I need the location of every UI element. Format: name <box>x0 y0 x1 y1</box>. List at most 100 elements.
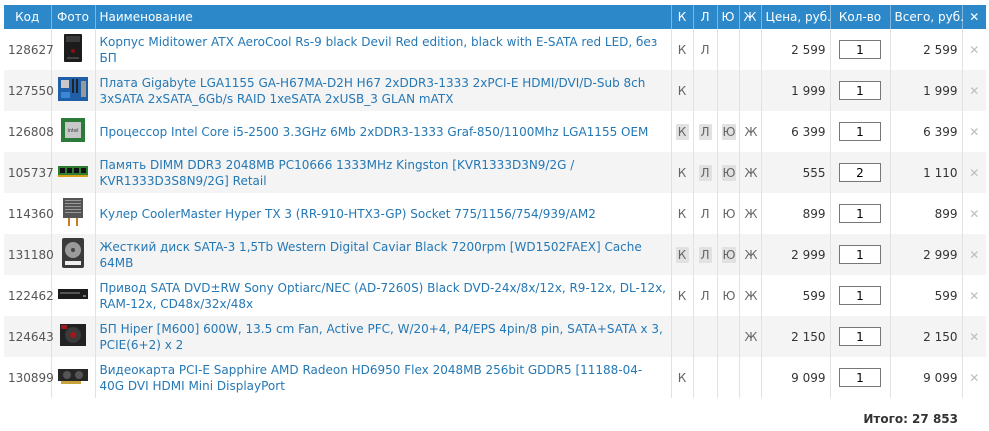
item-name-link[interactable]: Кулер CoolerMaster Hyper TX 3 (RR-910-HT… <box>100 207 596 221</box>
quantity-input[interactable] <box>839 204 881 223</box>
case-icon <box>62 33 84 66</box>
remove-item-icon[interactable]: ✕ <box>962 193 986 234</box>
flag-yu: Ю <box>717 193 740 234</box>
table-row: 105737 Память DIMM DDR3 2048MB PC10666 1… <box>4 152 986 193</box>
table-row: 122462 Привод SATA DVD±RW Sony Optiarc/N… <box>4 275 986 316</box>
item-photo[interactable] <box>51 275 96 316</box>
remove-item-icon[interactable]: ✕ <box>962 234 986 275</box>
table-row: 128627 Корпус Miditower ATX AeroCool Rs-… <box>4 29 986 70</box>
remove-item-icon[interactable]: ✕ <box>962 29 986 70</box>
flag-zh: Ж <box>739 234 762 275</box>
item-name-link[interactable]: Привод SATA DVD±RW Sony Optiarc/NEC (AD-… <box>100 281 667 311</box>
item-code: 114360 <box>4 193 54 234</box>
quantity-input[interactable] <box>839 286 881 305</box>
item-name-link[interactable]: Плата Gigabyte LGA1155 GA-H67MA-D2H H67 … <box>100 76 646 106</box>
quantity-input[interactable] <box>839 81 881 100</box>
header-code[interactable]: Код <box>4 5 52 29</box>
header-photo: Фото <box>51 5 96 29</box>
flag-zh: Ж <box>739 316 762 357</box>
item-code: 126808 <box>4 111 54 152</box>
flag-l: Л <box>693 152 718 193</box>
item-total: 2 599 <box>890 29 963 70</box>
item-name-link[interactable]: Жесткий диск SATA-3 1,5Tb Western Digita… <box>100 240 642 270</box>
item-photo[interactable] <box>51 234 96 275</box>
item-photo[interactable]: intel <box>51 111 96 152</box>
item-total: 9 099 <box>890 357 963 398</box>
dvd-icon <box>57 287 89 304</box>
psu-icon <box>58 322 88 351</box>
flag-k: К <box>671 111 694 152</box>
item-photo[interactable] <box>51 70 96 111</box>
flag-k: К <box>671 193 694 234</box>
item-price: 555 <box>761 152 831 193</box>
quantity-input[interactable] <box>839 40 881 59</box>
header-price[interactable]: Цена, руб. <box>761 5 831 29</box>
clear-cart-icon[interactable]: ✕ <box>962 5 986 29</box>
remove-item-icon[interactable]: ✕ <box>962 357 986 398</box>
flag-k: К <box>671 70 694 111</box>
item-name-link[interactable]: Процессор Intel Core i5-2500 3.3GHz 6Mb … <box>100 125 649 139</box>
item-photo[interactable] <box>51 193 96 234</box>
cooler-icon <box>60 196 86 231</box>
header-name[interactable]: Наименование <box>95 5 672 29</box>
flag-zh: Ж <box>739 193 762 234</box>
item-code: 128627 <box>4 29 54 70</box>
cpu-icon: intel <box>59 116 87 147</box>
hdd-icon <box>60 237 86 272</box>
item-code: 105737 <box>4 152 54 193</box>
cart-total: Итого: 27 853 <box>863 412 958 426</box>
flag-zh <box>739 70 762 111</box>
item-total: 1 110 <box>890 152 963 193</box>
remove-item-icon[interactable]: ✕ <box>962 70 986 111</box>
item-name-link[interactable]: Память DIMM DDR3 2048MB PC10666 1333MHz … <box>100 158 575 188</box>
item-photo[interactable] <box>51 152 96 193</box>
remove-item-icon[interactable]: ✕ <box>962 152 986 193</box>
item-total: 599 <box>890 275 963 316</box>
item-total: 899 <box>890 193 963 234</box>
flag-k: К <box>671 275 694 316</box>
quantity-input[interactable] <box>839 245 881 264</box>
flag-yu <box>717 357 740 398</box>
table-row: 127550 Плата Gigabyte LGA1155 GA-H67MA-D… <box>4 70 986 111</box>
item-photo[interactable] <box>51 316 96 357</box>
item-price: 2 999 <box>761 234 831 275</box>
table-row: 114360 Кулер CoolerMaster Hyper TX 3 (RR… <box>4 193 986 234</box>
cart-page: Код Фото Наименование К Л Ю Ж Цена, руб.… <box>0 0 989 431</box>
quantity-input[interactable] <box>839 163 881 182</box>
header-zh: Ж <box>739 5 762 29</box>
item-name-link[interactable]: Корпус Miditower ATX AeroCool Rs-9 black… <box>100 35 658 65</box>
flag-yu: Ю <box>717 275 740 316</box>
flag-l <box>693 357 718 398</box>
flag-l: Л <box>693 275 718 316</box>
quantity-input[interactable] <box>839 368 881 387</box>
flag-l: Л <box>693 29 718 70</box>
remove-item-icon[interactable]: ✕ <box>962 316 986 357</box>
flag-yu <box>717 29 740 70</box>
item-photo[interactable] <box>51 357 96 398</box>
quantity-input[interactable] <box>839 122 881 141</box>
item-price: 1 999 <box>761 70 831 111</box>
remove-item-icon[interactable]: ✕ <box>962 275 986 316</box>
quantity-input[interactable] <box>839 327 881 346</box>
flag-k: К <box>671 234 694 275</box>
header-k: К <box>671 5 694 29</box>
header-l: Л <box>693 5 718 29</box>
flag-yu: Ю <box>717 234 740 275</box>
flag-zh <box>739 29 762 70</box>
flag-k: К <box>671 29 694 70</box>
item-price: 899 <box>761 193 831 234</box>
item-price: 2 150 <box>761 316 831 357</box>
flag-k: К <box>671 152 694 193</box>
svg-text:intel: intel <box>68 128 79 134</box>
table-row: 126808 intel Процессор Intel Core i5-250… <box>4 111 986 152</box>
item-photo[interactable] <box>51 29 96 70</box>
item-name-link[interactable]: Видеокарта PCI-E Sapphire AMD Radeon HD6… <box>100 363 643 393</box>
flag-l <box>693 316 718 357</box>
remove-item-icon[interactable]: ✕ <box>962 111 986 152</box>
flag-yu: Ю <box>717 152 740 193</box>
cart-table: Код Фото Наименование К Л Ю Ж Цена, руб.… <box>4 5 986 398</box>
item-total: 1 999 <box>890 70 963 111</box>
item-name-link[interactable]: БП Hiper [M600] 600W, 13.5 cm Fan, Activ… <box>100 322 663 352</box>
flag-zh: Ж <box>739 275 762 316</box>
item-code: 124643 <box>4 316 54 357</box>
